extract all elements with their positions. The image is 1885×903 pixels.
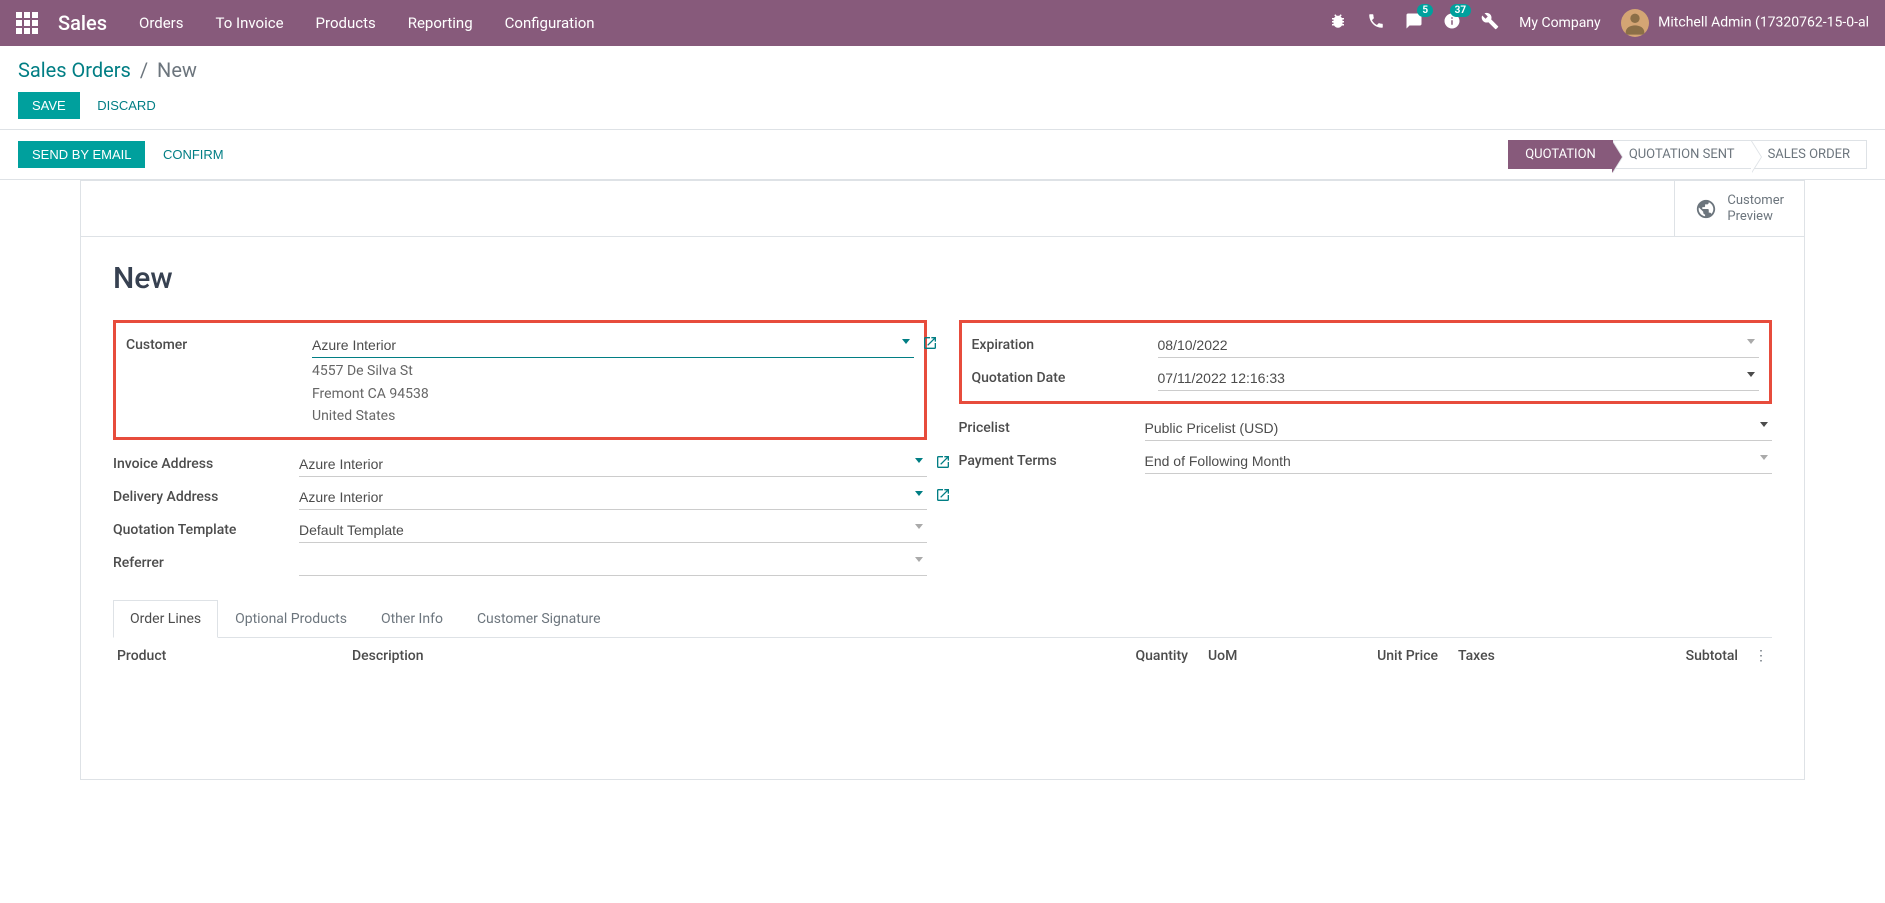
company-name[interactable]: My Company: [1519, 15, 1601, 31]
chevron-down-icon[interactable]: [1760, 455, 1768, 460]
external-link-icon[interactable]: [935, 487, 951, 507]
doc-actions: SEND BY EMAIL CONFIRM QUOTATION QUOTATIO…: [0, 130, 1885, 180]
nav-to-invoice[interactable]: To Invoice: [216, 14, 284, 32]
user-menu[interactable]: Mitchell Admin (17320762-15-0-al: [1621, 9, 1869, 37]
nav-configuration[interactable]: Configuration: [505, 14, 595, 32]
delivery-address-input[interactable]: [299, 485, 927, 510]
status-quotation-sent[interactable]: QUOTATION SENT: [1613, 140, 1752, 169]
label-invoice-address: Invoice Address: [113, 452, 299, 472]
external-link-icon[interactable]: [922, 335, 938, 355]
col-quantity: Quantity: [1088, 648, 1188, 664]
record-title: New: [113, 261, 1772, 296]
col-taxes: Taxes: [1438, 648, 1588, 664]
chevron-down-icon[interactable]: [1760, 422, 1768, 427]
label-quotation-template: Quotation Template: [113, 518, 299, 538]
label-customer: Customer: [126, 333, 312, 353]
nav-right: 5 37 My Company Mitchell Admin (17320762…: [1329, 9, 1869, 37]
status-quotation[interactable]: QUOTATION: [1508, 140, 1613, 169]
quotation-date-input[interactable]: [1158, 366, 1760, 391]
confirm-button[interactable]: CONFIRM: [149, 141, 238, 168]
chevron-down-icon[interactable]: [902, 339, 910, 344]
invoice-address-input[interactable]: [299, 452, 927, 477]
save-button[interactable]: SAVE: [18, 92, 80, 119]
col-description: Description: [352, 648, 1088, 664]
tools-icon[interactable]: [1481, 12, 1499, 34]
highlight-dates: Expiration Quotation Date: [959, 320, 1773, 404]
nav-reporting[interactable]: Reporting: [408, 14, 473, 32]
phone-icon[interactable]: [1367, 12, 1385, 34]
chevron-down-icon[interactable]: [1747, 372, 1755, 377]
bug-icon[interactable]: [1329, 12, 1347, 34]
chat-icon[interactable]: 5: [1405, 12, 1423, 34]
breadcrumb: Sales Orders / New: [18, 58, 1867, 82]
tab-optional-products[interactable]: Optional Products: [218, 600, 364, 638]
globe-icon: [1695, 198, 1717, 220]
chevron-down-icon[interactable]: [915, 557, 923, 562]
breadcrumb-bar: Sales Orders / New SAVE DISCARD: [0, 46, 1885, 130]
tab-order-lines[interactable]: Order Lines: [113, 600, 218, 638]
chevron-down-icon[interactable]: [915, 491, 923, 496]
col-product: Product: [117, 648, 352, 664]
expiration-input[interactable]: [1158, 333, 1760, 358]
form-sheet: Customer Preview New Customer: [80, 180, 1805, 780]
label-referrer: Referrer: [113, 551, 299, 571]
discard-button[interactable]: DISCARD: [83, 92, 170, 119]
pricelist-input[interactable]: [1145, 416, 1773, 441]
chat-badge: 5: [1417, 4, 1433, 17]
quotation-template-input[interactable]: [299, 518, 927, 543]
col-uom: UoM: [1188, 648, 1288, 664]
chevron-down-icon[interactable]: [915, 458, 923, 463]
tabs: Order Lines Optional Products Other Info…: [113, 600, 1772, 638]
referrer-input[interactable]: [299, 551, 927, 576]
nav-products[interactable]: Products: [316, 14, 376, 32]
chevron-down-icon[interactable]: [1747, 339, 1755, 344]
app-brand[interactable]: Sales: [58, 11, 107, 35]
nav-orders[interactable]: Orders: [139, 14, 184, 32]
apps-icon[interactable]: [16, 12, 38, 34]
col-subtotal: Subtotal: [1588, 648, 1738, 664]
col-unit-price: Unit Price: [1288, 648, 1438, 664]
breadcrumb-current: New: [157, 58, 197, 82]
tab-other-info[interactable]: Other Info: [364, 600, 460, 638]
label-quotation-date: Quotation Date: [972, 366, 1158, 386]
customer-preview-button[interactable]: Customer Preview: [1674, 181, 1804, 236]
label-pricelist: Pricelist: [959, 416, 1145, 436]
label-delivery-address: Delivery Address: [113, 485, 299, 505]
avatar-icon: [1621, 9, 1649, 37]
sheet-header: Customer Preview: [81, 181, 1804, 237]
breadcrumb-parent[interactable]: Sales Orders: [18, 58, 131, 82]
activity-icon[interactable]: 37: [1443, 12, 1461, 34]
label-payment-terms: Payment Terms: [959, 449, 1145, 469]
chevron-down-icon[interactable]: [915, 524, 923, 529]
customer-address: 4557 De Silva St Fremont CA 94538 United…: [312, 360, 914, 427]
tab-customer-signature[interactable]: Customer Signature: [460, 600, 618, 638]
activity-badge: 37: [1450, 4, 1471, 17]
highlight-customer: Customer 4557 De Silva St Fremont CA 945…: [113, 320, 927, 440]
external-link-icon[interactable]: [935, 454, 951, 474]
top-nav: Sales Orders To Invoice Products Reporti…: [0, 0, 1885, 46]
payment-terms-input[interactable]: [1145, 449, 1773, 474]
status-bar: QUOTATION QUOTATION SENT SALES ORDER: [1508, 140, 1867, 169]
nav-menu: Orders To Invoice Products Reporting Con…: [139, 14, 1329, 32]
status-sales-order[interactable]: SALES ORDER: [1752, 140, 1867, 169]
customer-input[interactable]: [312, 333, 914, 358]
send-email-button[interactable]: SEND BY EMAIL: [18, 141, 145, 168]
order-lines-header: Product Description Quantity UoM Unit Pr…: [113, 638, 1772, 674]
kebab-icon[interactable]: ⋮: [1738, 648, 1768, 664]
label-expiration: Expiration: [972, 333, 1158, 353]
